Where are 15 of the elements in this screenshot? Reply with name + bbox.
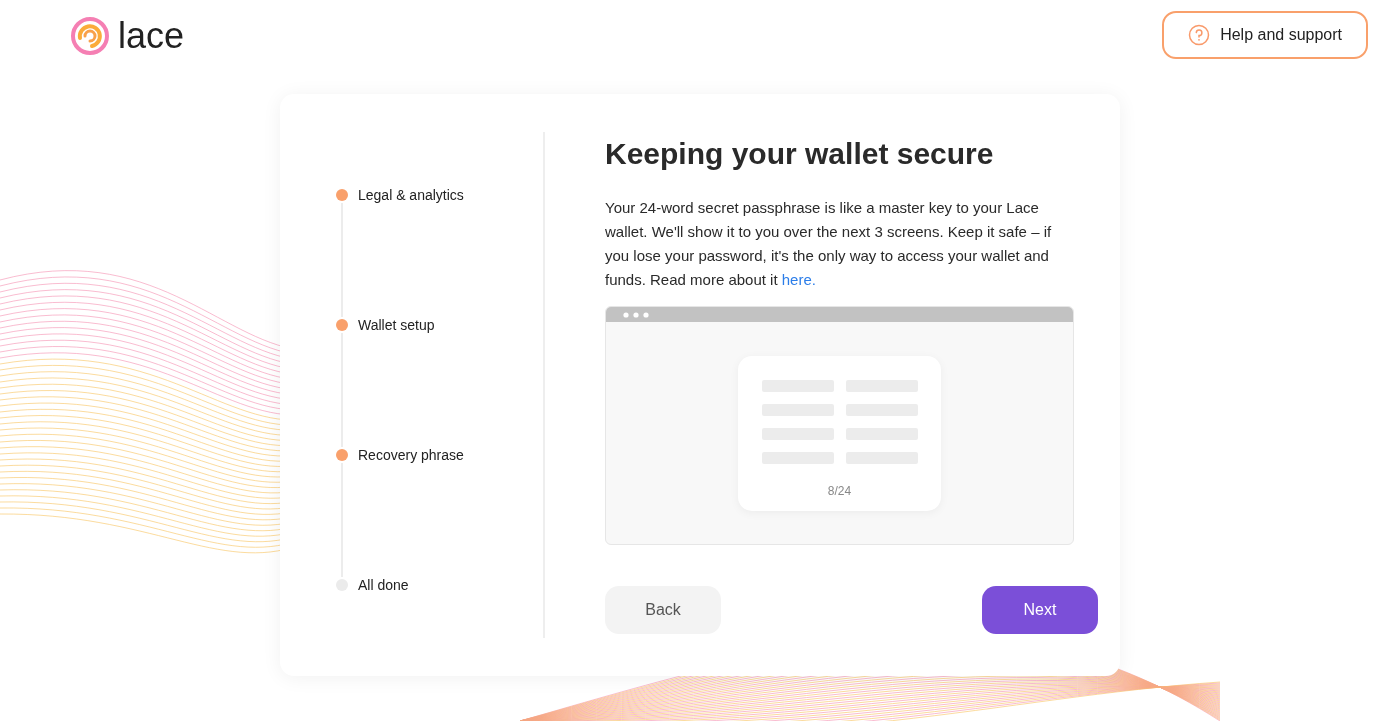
description-text: Your 24-word secret passphrase is like a master key to your Lace wallet. We'll show it to you over the next 3 screens. Keep it safe – if you lose your password, it's the only way to access your wallet and funds. Read more about it here. [605,198,1053,290]
logo-text: lace [118,16,185,56]
step-label: Wallet setup [358,317,435,333]
window-dots-icon [623,311,649,318]
page-title: Keeping your wallet secure [605,136,995,172]
logo-swirl-icon [70,16,110,56]
help-icon [1188,24,1211,46]
help-and-support-button[interactable]: Help and support [1162,11,1368,59]
word-counter: 8/24 [827,484,852,498]
step-label: Recovery phrase [358,447,464,463]
step-label: All done [358,577,409,593]
here-link[interactable]: here. [781,271,816,288]
back-button[interactable]: Back [605,586,721,634]
step-label: Legal & analytics [358,187,464,203]
next-button[interactable]: Next [982,586,1098,634]
